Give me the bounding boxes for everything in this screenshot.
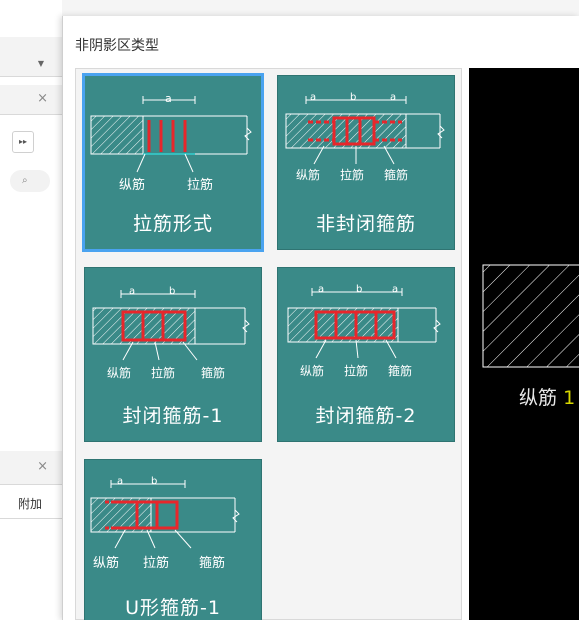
dimension-a-label: a (310, 92, 317, 103)
type-grid: a 纵筋 拉筋 拉筋形式 a b a 纵筋 拉筋 箍筋 非封闭箍筋 a b 纵筋… (75, 68, 462, 620)
tile-caption: U形箍筋-1 (125, 597, 221, 619)
close-icon[interactable]: × (37, 91, 48, 106)
dimension-b-label: b (356, 284, 363, 295)
panel-header: × (0, 85, 62, 115)
dimension-a-label: a (390, 92, 397, 103)
stirrup-label: 箍筋 (201, 366, 226, 380)
tile-caption: 非封闭箍筋 (315, 213, 416, 235)
tile-closed-stirrup-1[interactable]: a b 纵筋 拉筋 箍筋 封闭箍筋-1 (84, 267, 262, 442)
preview-label-text: 纵筋 (519, 387, 558, 409)
tile-closed-stirrup-2[interactable]: a b a 纵筋 拉筋 箍筋 封闭箍筋-2 (277, 267, 455, 442)
dropdown-row[interactable]: ▼ (0, 37, 62, 77)
tile-caption: 封闭箍筋-1 (122, 405, 224, 427)
panel-header-2: × (0, 451, 62, 485)
tile-u-stirrup-1[interactable]: a b 纵筋 拉筋 箍筋 U形箍筋-1 (84, 459, 262, 620)
column-header-row: 附加 (0, 485, 62, 519)
stirrup-label: 箍筋 (388, 364, 413, 378)
chevron-down-icon[interactable]: ▼ (38, 59, 44, 68)
tie-bar-label: 拉筋 (344, 364, 369, 378)
tile-tie-bar-form[interactable]: a 纵筋 拉筋 拉筋形式 (82, 73, 264, 252)
tile-caption: 拉筋形式 (132, 213, 213, 235)
longitudinal-bar-label: 纵筋 (300, 364, 325, 378)
longitudinal-bar-label: 纵筋 (107, 366, 132, 380)
dimension-a-label: a (392, 284, 399, 295)
ribbon-strip (62, 0, 579, 16)
tie-bar-label: 拉筋 (340, 168, 365, 182)
expand-button[interactable]: ▸▸ (12, 131, 34, 153)
column-header-label: 附加 (18, 497, 43, 511)
stirrup-label: 箍筋 (384, 168, 409, 182)
dimension-b-label: b (169, 286, 176, 297)
search-input[interactable]: ⌕ (10, 170, 50, 192)
preview-pane: 纵筋 1 (469, 68, 579, 620)
dimension-a-label: a (318, 284, 325, 295)
close-icon[interactable]: × (37, 459, 48, 474)
longitudinal-bar-label: 纵筋 (119, 178, 146, 193)
longitudinal-bar-label: 纵筋 (296, 168, 321, 182)
preview-diagram (482, 264, 579, 368)
tile-non-closed-stirrup[interactable]: a b a 纵筋 拉筋 箍筋 非封闭箍筋 (277, 75, 455, 250)
dialog-title: 非阴影区类型 (75, 38, 159, 54)
dimension-b-label: b (350, 92, 357, 103)
preview-label: 纵筋 1 (519, 383, 575, 410)
tile-caption: 封闭箍筋-2 (315, 405, 417, 427)
preview-label-accent: 1 (563, 387, 576, 409)
non-shadow-zone-type-dialog: 非阴影区类型 a 纵筋 拉筋 拉筋形式 a b a 纵筋 拉筋 箍筋 非封闭箍筋… (62, 16, 579, 620)
tie-bar-label: 拉筋 (151, 366, 176, 380)
dimension-a-label: a (165, 92, 172, 105)
dimension-a-label: a (129, 286, 136, 297)
dimension-a-label: a (117, 476, 124, 487)
tie-bar-label: 拉筋 (143, 556, 170, 571)
longitudinal-bar-label: 纵筋 (93, 556, 120, 571)
dimension-b-label: b (151, 476, 158, 487)
stirrup-label: 箍筋 (199, 556, 226, 571)
tie-bar-label: 拉筋 (187, 178, 214, 193)
search-icon: ⌕ (22, 175, 28, 186)
